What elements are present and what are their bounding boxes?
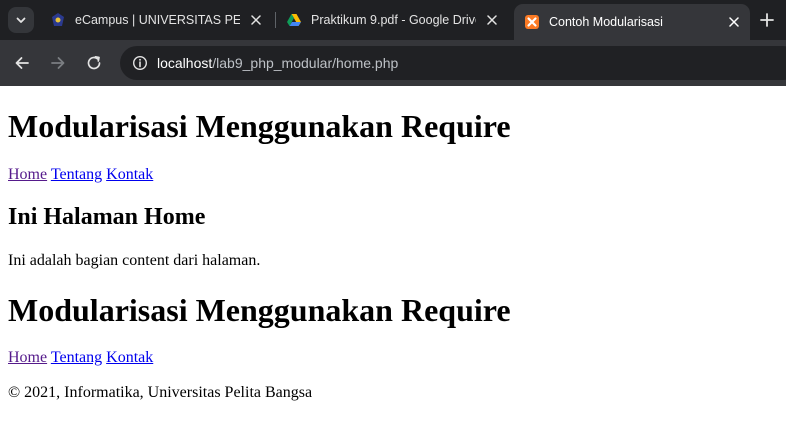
tab-title: Praktikum 9.pdf - Google Drive <box>311 13 476 27</box>
back-button[interactable] <box>12 53 32 73</box>
info-icon <box>132 55 148 71</box>
footer-text: © 2021, Informatika, Universitas Pelita … <box>8 384 313 401</box>
xampp-icon <box>524 14 540 30</box>
reload-button[interactable] <box>84 53 104 73</box>
tab-google-drive[interactable]: Praktikum 9.pdf - Google Drive <box>280 0 506 40</box>
new-tab-button[interactable] <box>757 10 777 30</box>
footer-header-title: Modularisasi Menggunakan Require <box>8 292 511 328</box>
tab-strip: eCampus | UNIVERSITAS PELITA BANGSA Prak… <box>0 0 786 40</box>
content-title: Ini Halaman Home <box>8 204 206 230</box>
tab-ecampus[interactable]: eCampus | UNIVERSITAS PELITA BANGSA <box>44 0 270 40</box>
footer-nav: Home Tentang Kontak <box>8 349 153 367</box>
page-content: Modularisasi Menggunakan Require Home Te… <box>0 86 786 444</box>
tab-title: eCampus | UNIVERSITAS PELITA BANGSA <box>75 13 240 27</box>
nav-link-kontak[interactable]: Kontak <box>106 166 153 183</box>
arrow-right-icon <box>51 57 65 69</box>
close-icon[interactable] <box>484 12 500 28</box>
google-drive-icon <box>286 12 302 28</box>
close-icon[interactable] <box>248 12 264 28</box>
nav-link-kontak[interactable]: Kontak <box>106 349 153 366</box>
header-title: Modularisasi Menggunakan Require <box>8 108 511 144</box>
nav-link-home[interactable]: Home <box>8 349 47 366</box>
nav-link-tentang[interactable]: Tentang <box>51 349 102 366</box>
tab-contoh-modularisasi[interactable]: Contoh Modularisasi <box>514 4 750 40</box>
university-logo-icon <box>50 12 66 28</box>
content-text: Ini adalah bagian content dari halaman. <box>8 252 261 269</box>
nav-link-home[interactable]: Home <box>8 166 47 183</box>
browser-toolbar: localhost/lab9_php_modular/home.php <box>0 40 786 86</box>
close-icon[interactable] <box>726 14 742 30</box>
nav-link-tentang[interactable]: Tentang <box>51 166 102 183</box>
plus-icon <box>760 13 774 27</box>
site-info-button[interactable] <box>128 51 152 75</box>
chevron-down-icon <box>16 17 26 23</box>
url-host: localhost <box>157 55 213 71</box>
reload-icon <box>87 55 101 70</box>
tab-separator <box>275 12 276 28</box>
url-text[interactable]: localhost/lab9_php_modular/home.php <box>157 55 398 71</box>
address-bar[interactable]: localhost/lab9_php_modular/home.php <box>120 46 786 80</box>
forward-button[interactable] <box>48 53 68 73</box>
arrow-left-icon <box>15 57 29 69</box>
tab-title: Contoh Modularisasi <box>549 15 663 29</box>
url-path: /lab9_php_modular/home.php <box>212 55 399 71</box>
main-nav: Home Tentang Kontak <box>8 166 153 184</box>
tab-search-button[interactable] <box>8 7 34 33</box>
